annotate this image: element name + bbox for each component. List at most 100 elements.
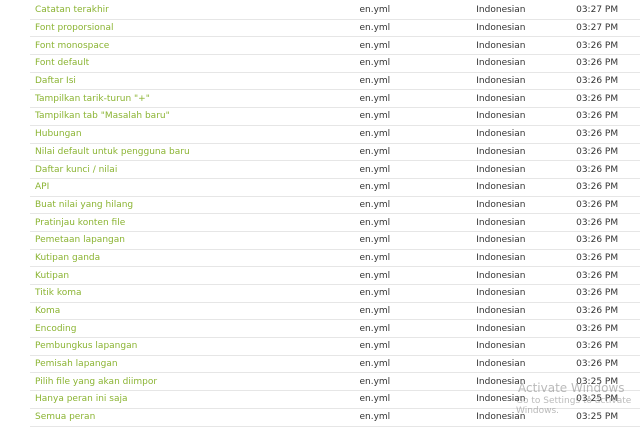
table-row: Kutipan ganda en.yml Indonesian 03:26 PM	[30, 250, 640, 268]
updated-time: 03:26 PM	[576, 40, 619, 51]
language-name: Indonesian	[476, 217, 526, 228]
table-row: API en.yml Indonesian 03:26 PM	[30, 179, 640, 197]
translation-key-link[interactable]: Daftar Isi	[30, 76, 359, 86]
table-row: Koma en.yml Indonesian 03:26 PM	[30, 303, 640, 321]
language-name: Indonesian	[476, 23, 526, 34]
translation-key-link[interactable]: Kutipan	[30, 271, 359, 281]
updated-time: 03:26 PM	[576, 252, 619, 263]
translation-key-link[interactable]: Catatan terakhir	[30, 5, 359, 15]
updated-time: 03:26 PM	[576, 146, 619, 157]
file-name: en.yml	[359, 376, 391, 387]
updated-time: 03:26 PM	[576, 182, 619, 193]
file-name: en.yml	[359, 394, 391, 405]
file-name: en.yml	[359, 5, 391, 16]
language-name: Indonesian	[476, 199, 526, 210]
language-name: Indonesian	[476, 376, 526, 387]
file-name: en.yml	[359, 306, 391, 317]
translation-key-link[interactable]: Nilai default untuk pengguna baru	[30, 147, 359, 157]
table-row: Catatan terakhir en.yml Indonesian 03:27 PM	[30, 2, 640, 20]
language-name: Indonesian	[476, 252, 526, 263]
updated-time: 03:26 PM	[576, 129, 619, 140]
file-name: en.yml	[359, 182, 391, 193]
table-row: Hanya peran ini saja en.yml Indonesian 03:2…	[30, 391, 640, 409]
table-row: Font default en.yml Indonesian 03:26 PM	[30, 55, 640, 73]
file-name: en.yml	[359, 146, 391, 157]
translation-key-link[interactable]: Pembungkus lapangan	[30, 341, 359, 351]
table-row: Kutipan en.yml Indonesian 03:26 PM	[30, 267, 640, 285]
file-name: en.yml	[359, 270, 391, 281]
translation-key-link[interactable]: Font proporsional	[30, 23, 359, 33]
file-name: en.yml	[359, 111, 391, 122]
language-name: Indonesian	[476, 341, 526, 352]
translation-key-link[interactable]: Pemetaan lapangan	[30, 235, 359, 245]
language-name: Indonesian	[476, 323, 526, 334]
file-name: en.yml	[359, 58, 391, 69]
language-name: Indonesian	[476, 288, 526, 299]
translation-key-link[interactable]: Hanya peran ini saja	[30, 394, 359, 404]
file-name: en.yml	[359, 235, 391, 246]
translation-key-link[interactable]: Titik koma	[30, 288, 359, 298]
language-name: Indonesian	[476, 111, 526, 122]
translation-key-link[interactable]: Pratinjau konten file	[30, 218, 359, 228]
language-name: Indonesian	[476, 93, 526, 104]
language-name: Indonesian	[476, 394, 526, 405]
translation-key-link[interactable]: Font monospace	[30, 41, 359, 51]
table-row: Pemisah lapangan en.yml Indonesian 03:26 PM	[30, 356, 640, 374]
table-row: Daftar kunci / nilai en.yml Indonesian 03:2…	[30, 161, 640, 179]
table-row: Tampilkan tab "Masalah baru" en.yml Indone…	[30, 108, 640, 126]
updated-time: 03:26 PM	[576, 288, 619, 299]
updated-time: 03:25 PM	[576, 376, 619, 387]
table-row: Buat nilai yang hilang en.yml Indonesian 03…	[30, 197, 640, 215]
table-row: Encoding en.yml Indonesian 03:26 PM	[30, 320, 640, 339]
file-name: en.yml	[359, 129, 391, 140]
translation-key-link[interactable]: Pilih file yang akan diimpor	[30, 377, 359, 387]
language-name: Indonesian	[476, 40, 526, 51]
updated-time: 03:25 PM	[576, 394, 619, 405]
translation-key-link[interactable]: Encoding	[30, 324, 359, 334]
updated-time: 03:26 PM	[576, 270, 619, 281]
language-name: Indonesian	[476, 146, 526, 157]
translation-key-link[interactable]: Font default	[30, 58, 359, 68]
updated-time: 03:25 PM	[576, 412, 619, 423]
table-row: Font monospace en.yml Indonesian 03:26 PM	[30, 37, 640, 56]
file-name: en.yml	[359, 252, 391, 263]
table-row: Font proporsional en.yml Indonesian 03:27 P…	[30, 20, 640, 38]
updated-time: 03:26 PM	[576, 93, 619, 104]
updated-time: 03:26 PM	[576, 164, 619, 175]
updated-time: 03:27 PM	[576, 5, 619, 16]
translation-key-link[interactable]: Daftar kunci / nilai	[30, 165, 359, 175]
translation-key-link[interactable]: Buat nilai yang hilang	[30, 200, 359, 210]
file-name: en.yml	[359, 359, 391, 370]
updated-time: 03:26 PM	[576, 199, 619, 210]
file-name: en.yml	[359, 323, 391, 334]
updated-time: 03:26 PM	[576, 306, 619, 317]
table-row: Pemetaan lapangan en.yml Indonesian 03:26 P…	[30, 232, 640, 250]
table-row: Pilih file yang akan diimpor en.yml Indone…	[30, 373, 640, 392]
translation-key-link[interactable]: Tampilkan tab "Masalah baru"	[30, 111, 359, 121]
translation-key-link[interactable]: Koma	[30, 306, 359, 316]
translation-key-link[interactable]: Tampilkan tarik-turun "+"	[30, 94, 359, 104]
table-row: Semua peran en.yml Indonesian 03:25 PM	[30, 409, 640, 427]
language-name: Indonesian	[476, 76, 526, 87]
updated-time: 03:26 PM	[576, 111, 619, 122]
updated-time: 03:26 PM	[576, 58, 619, 69]
translations-page: Catatan terakhir en.yml Indonesian 03:27 PM…	[0, 0, 640, 433]
file-name: en.yml	[359, 76, 391, 87]
table-row: Pratinjau konten file en.yml Indonesian 03:…	[30, 214, 640, 232]
translation-key-link[interactable]: Semua peran	[30, 412, 359, 422]
updated-time: 03:27 PM	[576, 23, 619, 34]
translation-key-link[interactable]: Pemisah lapangan	[30, 359, 359, 369]
language-name: Indonesian	[476, 164, 526, 175]
file-name: en.yml	[359, 288, 391, 299]
translation-key-link[interactable]: Hubungan	[30, 129, 359, 139]
language-name: Indonesian	[476, 129, 526, 140]
table-row: Hubungan en.yml Indonesian 03:26 PM	[30, 126, 640, 144]
updated-time: 03:26 PM	[576, 341, 619, 352]
updated-time: 03:26 PM	[576, 359, 619, 370]
translation-key-link[interactable]: Kutipan ganda	[30, 253, 359, 263]
translation-key-link[interactable]: API	[30, 182, 359, 192]
file-name: en.yml	[359, 341, 391, 352]
language-name: Indonesian	[476, 270, 526, 281]
table-row: Pembungkus lapangan en.yml Indonesian 03:26…	[30, 338, 640, 356]
table-row: Nilai default untuk pengguna baru en.yml I…	[30, 144, 640, 162]
